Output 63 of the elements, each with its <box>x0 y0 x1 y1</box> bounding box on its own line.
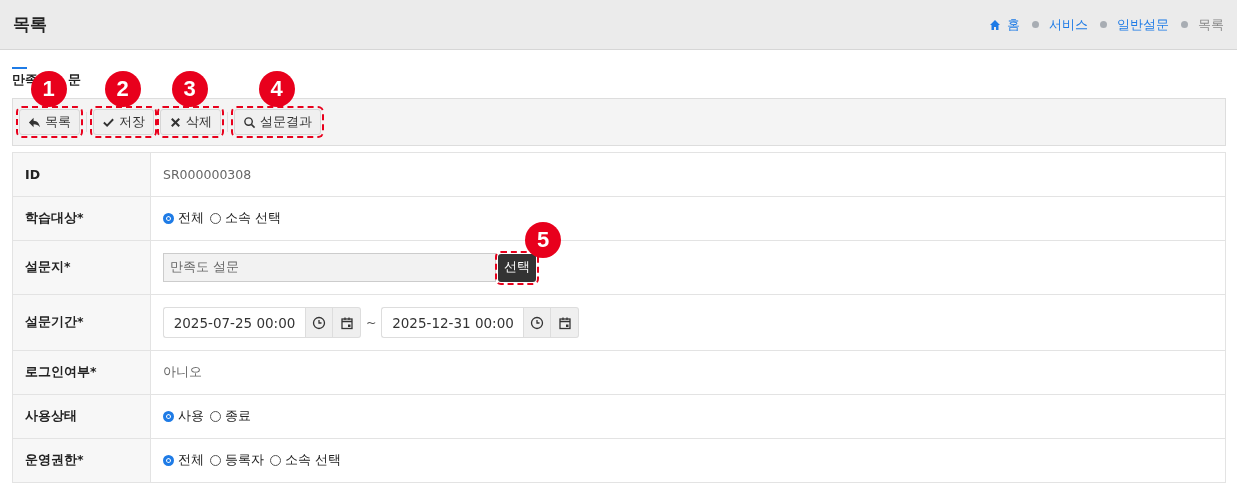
clock-icon <box>530 315 545 330</box>
breadcrumb-link[interactable]: 홈 <box>1007 15 1020 34</box>
step-number-badge: 3 <box>171 71 208 107</box>
radio-option[interactable]: 전체 <box>163 210 204 227</box>
radio-option[interactable]: 전체 <box>163 452 204 469</box>
step-number-badge: 5 <box>525 221 561 258</box>
calendar-button[interactable] <box>333 307 361 338</box>
breadcrumb-separator-icon <box>1100 21 1107 28</box>
calendar-button[interactable] <box>551 307 580 338</box>
date-time-field[interactable]: 2025-12-31 00:00 <box>381 307 524 338</box>
field-label: 설문지* <box>12 241 151 294</box>
page-title: 목록 <box>13 13 47 36</box>
breadcrumb-link[interactable]: 서비스 <box>1049 15 1088 34</box>
field-label: 설문기간* <box>12 295 151 350</box>
radio-label: 종료 <box>225 408 251 425</box>
search-icon <box>243 115 256 129</box>
radio-label: 등록자 <box>225 452 264 469</box>
field-label: ID <box>12 153 151 196</box>
field-value: 아니오 <box>163 364 202 381</box>
clock-button[interactable] <box>305 307 333 338</box>
radio-option[interactable]: 소속 선택 <box>270 452 341 469</box>
radio-button[interactable] <box>163 213 174 224</box>
radio-label: 소속 선택 <box>285 452 341 469</box>
field-label: 로그인여부* <box>12 351 151 394</box>
toolbar-button[interactable]: 삭제 <box>160 109 221 135</box>
radio-button[interactable] <box>210 411 221 422</box>
select-button[interactable]: 선택 <box>498 253 536 282</box>
field-label: 사용상태 <box>12 395 151 438</box>
field-label: 운영권한* <box>12 439 151 482</box>
calendar-icon <box>339 315 354 330</box>
radio-button[interactable] <box>270 455 281 466</box>
section-accent <box>12 67 27 69</box>
radio-label: 소속 선택 <box>225 210 281 227</box>
calendar-icon <box>558 315 572 330</box>
radio-option[interactable]: 사용 <box>163 408 204 425</box>
radio-option[interactable]: 소속 선택 <box>210 210 281 227</box>
radio-label: 전체 <box>178 452 204 469</box>
range-separator: ~ <box>366 315 377 330</box>
survey-field[interactable]: 만족도 설문 <box>163 253 496 282</box>
field-label: 학습대상* <box>12 197 151 240</box>
field-value: SR000000308 <box>163 167 252 182</box>
date-time-field[interactable]: 2025-07-25 00:00 <box>163 307 305 338</box>
radio-label: 전체 <box>178 210 204 227</box>
breadcrumb-link[interactable]: 일반설문 <box>1117 15 1169 34</box>
radio-button[interactable] <box>210 455 221 466</box>
section-title: 문 <box>68 71 81 89</box>
breadcrumb-separator-icon <box>1181 21 1188 28</box>
back-arrow-icon <box>28 115 41 129</box>
breadcrumb-separator-icon <box>1032 21 1039 28</box>
clock-button[interactable] <box>523 307 552 338</box>
radio-option[interactable]: 종료 <box>210 408 251 425</box>
radio-button[interactable] <box>163 455 174 466</box>
toolbar-button[interactable]: 목록 <box>19 109 80 135</box>
radio-button[interactable] <box>163 411 174 422</box>
clock-icon <box>312 315 326 330</box>
radio-button[interactable] <box>210 213 221 224</box>
step-number-badge: 4 <box>258 71 295 107</box>
toolbar-button[interactable]: 설문결과 <box>234 109 321 135</box>
radio-label: 사용 <box>178 408 204 425</box>
radio-option[interactable]: 등록자 <box>210 452 264 469</box>
step-number-badge: 2 <box>104 71 141 107</box>
close-icon <box>169 115 182 129</box>
toolbar-button[interactable]: 저장 <box>93 109 154 135</box>
